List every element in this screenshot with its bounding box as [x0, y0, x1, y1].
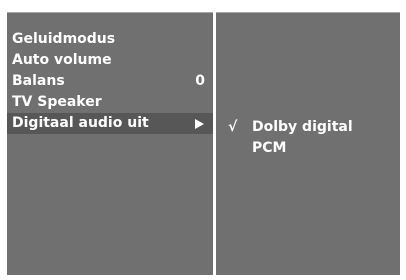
menu-item-balans[interactable]: Balans 0 — [7, 71, 213, 92]
option-label: PCM — [252, 140, 287, 156]
menu-item-digitaal-audio-uit[interactable]: Digitaal audio uit — [7, 113, 213, 134]
menu-item-label: Geluidmodus — [12, 31, 116, 47]
option-dolby-digital[interactable]: √ Dolby digital — [216, 117, 400, 138]
check-mark-icon: √ — [228, 119, 238, 135]
menu-item-label: TV Speaker — [12, 94, 102, 110]
menu-item-label: Digitaal audio uit — [12, 115, 149, 131]
option-label: Dolby digital — [252, 119, 353, 135]
menu-item-auto-volume[interactable]: Auto volume — [7, 50, 213, 71]
arrow-right-icon — [195, 118, 204, 129]
audio-menu-panel: Geluidmodus Auto volume Balans 0 TV Spea… — [7, 12, 213, 275]
menu-item-label: Auto volume — [12, 52, 112, 68]
menu-item-label: Balans — [12, 73, 65, 89]
balans-value: 0 — [195, 73, 205, 89]
osd-screen: Geluidmodus Auto volume Balans 0 TV Spea… — [0, 0, 406, 280]
digital-audio-submenu-panel: √ Dolby digital PCM — [216, 12, 400, 275]
menu-item-tv-speaker[interactable]: TV Speaker — [7, 92, 213, 113]
option-pcm[interactable]: PCM — [216, 138, 400, 159]
menu-item-geluidmodus[interactable]: Geluidmodus — [7, 29, 213, 50]
